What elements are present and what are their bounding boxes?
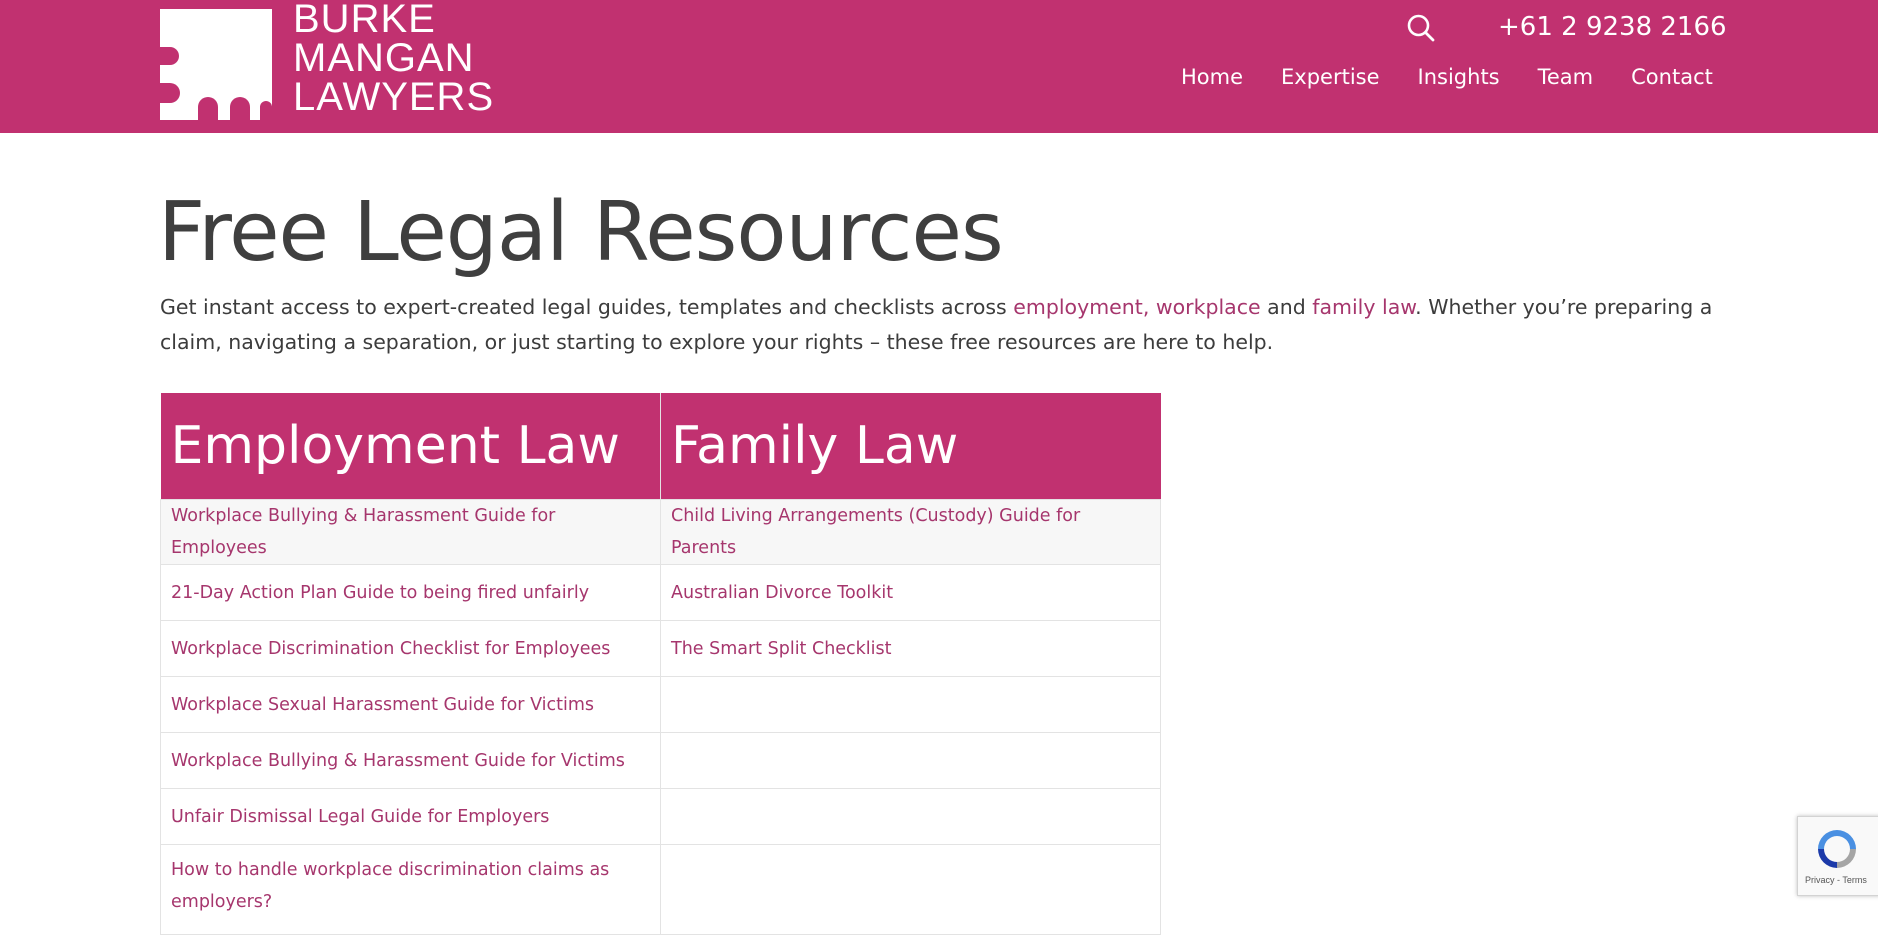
- resource-link[interactable]: Workplace Sexual Harassment Guide for Vi…: [171, 695, 594, 715]
- employment-workplace-link[interactable]: employment, workplace: [1013, 295, 1260, 319]
- table-row: How to handle workplace discrimination c…: [160, 844, 1161, 935]
- nav-team[interactable]: Team: [1538, 60, 1594, 94]
- table-cell-empty: [660, 676, 1161, 733]
- header-employment-law: Employment Law: [160, 393, 661, 500]
- main-nav: Home Expertise Insights Team Contact: [1181, 60, 1713, 94]
- table-header-row: Employment Law Family Law: [160, 393, 1161, 500]
- table-cell-empty: [660, 788, 1161, 845]
- recaptcha-links[interactable]: Privacy - Terms: [1805, 875, 1867, 885]
- table-cell: Child Living Arrangements (Custody) Guid…: [660, 499, 1161, 565]
- intro-paragraph: Get instant access to expert-created leg…: [160, 290, 1720, 360]
- brand-line-1: BURKE: [293, 0, 436, 41]
- table-cell: How to handle workplace discrimination c…: [160, 844, 661, 935]
- nav-contact[interactable]: Contact: [1631, 60, 1713, 94]
- site-header: BURKE MANGAN LAWYERS +61 2 9238 2166 Hom…: [0, 0, 1878, 133]
- resource-link[interactable]: Workplace Bullying & Harassment Guide fo…: [171, 506, 555, 558]
- table-cell: 21-Day Action Plan Guide to being fired …: [160, 564, 661, 621]
- resource-link[interactable]: Workplace Bullying & Harassment Guide fo…: [171, 751, 625, 771]
- table-cell-empty: [660, 732, 1161, 789]
- family-law-link[interactable]: family law: [1312, 295, 1415, 319]
- table-cell: Workplace Sexual Harassment Guide for Vi…: [160, 676, 661, 733]
- table-row: Workplace Bullying & Harassment Guide fo…: [160, 732, 1161, 789]
- table-cell: Unfair Dismissal Legal Guide for Employe…: [160, 788, 661, 845]
- resource-link[interactable]: Child Living Arrangements (Custody) Guid…: [671, 506, 1080, 558]
- resource-link[interactable]: How to handle workplace discrimination c…: [171, 860, 609, 912]
- page-title: Free Legal Resources: [158, 185, 1004, 280]
- search-icon[interactable]: [1406, 13, 1436, 43]
- nav-insights[interactable]: Insights: [1418, 60, 1500, 94]
- resource-link[interactable]: Workplace Discrimination Checklist for E…: [171, 639, 610, 659]
- table-cell: Workplace Bullying & Harassment Guide fo…: [160, 732, 661, 789]
- nav-expertise[interactable]: Expertise: [1281, 60, 1380, 94]
- table-cell-empty: [660, 844, 1161, 935]
- recaptcha-badge[interactable]: Privacy - Terms: [1797, 816, 1878, 896]
- table-row: Workplace Sexual Harassment Guide for Vi…: [160, 676, 1161, 733]
- brand-line-2: MANGAN: [293, 36, 475, 80]
- nav-home[interactable]: Home: [1181, 60, 1243, 94]
- table-row: 21-Day Action Plan Guide to being fired …: [160, 564, 1161, 621]
- resource-link[interactable]: The Smart Split Checklist: [671, 639, 892, 659]
- resource-link[interactable]: Australian Divorce Toolkit: [671, 583, 893, 603]
- recaptcha-icon: [1818, 830, 1856, 868]
- brand-wordmark[interactable]: BURKE MANGAN LAWYERS: [293, 0, 494, 117]
- resource-link[interactable]: Unfair Dismissal Legal Guide for Employe…: [171, 807, 549, 827]
- brand-line-3: LAWYERS: [293, 75, 495, 119]
- table-cell: Workplace Discrimination Checklist for E…: [160, 620, 661, 677]
- intro-text-2: and: [1260, 295, 1313, 319]
- table-row: Workplace Discrimination Checklist for E…: [160, 620, 1161, 677]
- table-cell: Australian Divorce Toolkit: [660, 564, 1161, 621]
- intro-text-1: Get instant access to expert-created leg…: [160, 295, 1014, 319]
- table-cell: Workplace Bullying & Harassment Guide fo…: [160, 499, 661, 565]
- table-cell: The Smart Split Checklist: [660, 620, 1161, 677]
- phone-number[interactable]: +61 2 9238 2166: [1498, 10, 1727, 44]
- resource-link[interactable]: 21-Day Action Plan Guide to being fired …: [171, 583, 589, 603]
- table-row: Unfair Dismissal Legal Guide for Employe…: [160, 788, 1161, 845]
- resources-table: Employment Law Family Law Workplace Bull…: [160, 393, 1161, 935]
- table-row: Workplace Bullying & Harassment Guide fo…: [160, 499, 1161, 565]
- bm-monogram-logo-icon[interactable]: [160, 9, 272, 120]
- header-family-law: Family Law: [660, 393, 1161, 500]
